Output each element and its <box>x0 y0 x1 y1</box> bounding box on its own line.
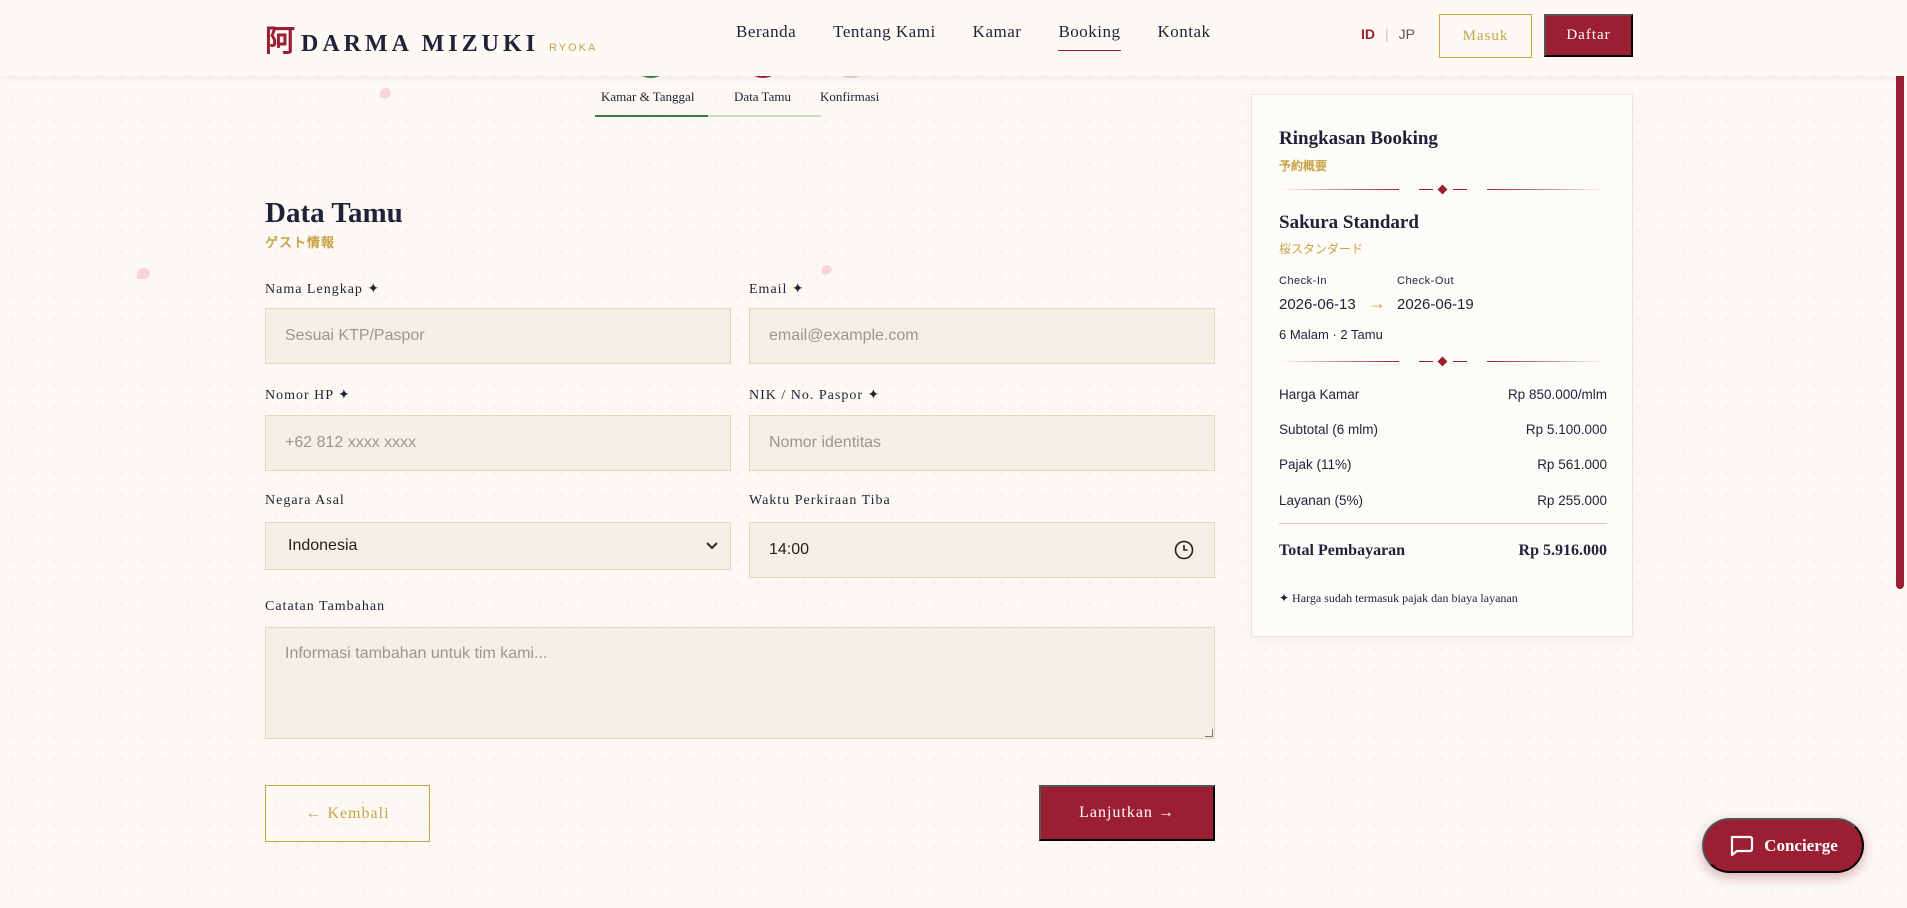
room-name: Sakura Standard <box>1279 212 1419 233</box>
back-button[interactable]: ← Kembali <box>265 785 430 842</box>
price-row: Pajak (11%) Rp 561.000 <box>1279 457 1607 472</box>
petal-decoration <box>137 268 150 279</box>
nav-booking[interactable]: Booking <box>1058 22 1121 51</box>
step-2-label[interactable]: Data Tamu <box>734 89 791 105</box>
arrival-time-value: 14:00 <box>769 541 810 558</box>
logo-subtitle: RYOKA <box>549 42 598 54</box>
notes-wrapper <box>265 627 1215 739</box>
language-switcher: ID | JP <box>1361 26 1415 42</box>
page-subtitle: ゲスト情報 <box>265 235 336 250</box>
price-row-label: Pajak (11%) <box>1279 457 1352 472</box>
price-row-label: Layanan (5%) <box>1279 493 1364 508</box>
phone-input[interactable] <box>265 415 731 471</box>
chat-bubble-icon <box>1731 835 1754 856</box>
price-note: ✦ Harga sudah termasuk pajak dan biaya l… <box>1279 591 1518 605</box>
petal-decoration <box>822 265 832 274</box>
ornament-divider <box>1279 356 1607 368</box>
price-row: Layanan (5%) Rp 255.000 <box>1279 493 1607 508</box>
lang-id-option[interactable]: ID <box>1361 26 1375 42</box>
brand-logo[interactable]: 阿 DARMA MIZUKI RYOKA <box>265 16 597 60</box>
price-row-label: Subtotal (6 mlm) <box>1279 422 1379 437</box>
nik-label: NIK / No. Paspor ✦ <box>749 388 881 403</box>
price-row-value: Rp 255.000 <box>1537 493 1607 508</box>
register-button[interactable]: Daftar <box>1544 14 1633 57</box>
price-row: Subtotal (6 mlm) Rp 5.100.000 <box>1279 422 1607 437</box>
summary-title: Ringkasan Booking <box>1279 128 1438 149</box>
booking-summary-card: Ringkasan Booking 予約概要 Sakura Standard 桜… <box>1251 94 1633 637</box>
notes-textarea[interactable] <box>265 627 1215 739</box>
lang-jp-option[interactable]: JP <box>1399 26 1415 42</box>
step-3-label[interactable]: Konfirmasi <box>820 89 879 105</box>
price-row-value: Rp 5.100.000 <box>1525 422 1607 437</box>
total-label: Total Pembayaran <box>1279 542 1406 559</box>
nav-kontak[interactable]: Kontak <box>1158 22 1211 51</box>
checkout-label: Check-Out <box>1397 275 1455 287</box>
step-1-underline <box>595 115 708 117</box>
lang-separator: | <box>1385 26 1389 42</box>
price-row: Harga Kamar Rp 850.000/mlm <box>1279 387 1607 402</box>
full-name-input[interactable] <box>265 308 731 364</box>
checkin-value: 2026-06-13 <box>1279 296 1356 313</box>
country-selected-value: Indonesia <box>288 537 358 554</box>
arrival-label: Waktu Perkiraan Tiba <box>749 493 891 508</box>
email-input[interactable] <box>749 308 1215 364</box>
resize-grip-icon[interactable] <box>1205 729 1213 737</box>
main-nav: Beranda Tentang Kami Kamar Booking Konta… <box>736 22 1248 51</box>
concierge-chat-button[interactable]: Concierge <box>1702 818 1864 873</box>
nights-guests: 6 Malam · 2 Tamu <box>1279 327 1383 342</box>
room-name-jp: 桜スタンダード <box>1279 242 1364 256</box>
email-label: Email ✦ <box>749 282 805 297</box>
phone-label: Nomor HP ✦ <box>265 388 351 403</box>
nav-beranda[interactable]: Beranda <box>736 22 796 51</box>
nav-tentang-kami[interactable]: Tentang Kami <box>833 22 936 51</box>
price-row-value: Rp 850.000/mlm <box>1507 387 1607 402</box>
step-2-underline <box>708 115 821 117</box>
price-row-label: Harga Kamar <box>1279 387 1360 402</box>
step-1-label[interactable]: Kamar & Tanggal <box>601 89 694 105</box>
logo-kanji: 阿 <box>265 24 295 59</box>
nav-kamar[interactable]: Kamar <box>973 22 1022 51</box>
page-scrollbar[interactable] <box>1896 52 1904 589</box>
page-title: Data Tamu <box>265 197 403 229</box>
logo-name: DARMA MIZUKI <box>301 31 539 57</box>
summary-subtitle: 予約概要 <box>1279 159 1328 173</box>
concierge-label: Concierge <box>1764 835 1838 855</box>
id-number-input[interactable] <box>749 415 1215 471</box>
total-divider <box>1279 523 1607 524</box>
login-button[interactable]: Masuk <box>1439 14 1532 58</box>
site-header: 阿 DARMA MIZUKI RYOKA Beranda Tentang Kam… <box>0 0 1907 76</box>
name-label: Nama Lengkap ✦ <box>265 282 381 297</box>
checkin-label: Check-In <box>1279 275 1328 287</box>
clock-icon[interactable] <box>1174 540 1194 560</box>
notes-label: Catatan Tambahan <box>265 599 386 614</box>
petal-decoration <box>380 88 391 98</box>
country-select[interactable]: Indonesia <box>265 522 731 570</box>
ornament-divider <box>1279 184 1607 196</box>
chevron-down-icon <box>706 542 718 550</box>
continue-button[interactable]: Lanjutkan → <box>1039 785 1215 841</box>
checkout-value: 2026-06-19 <box>1397 296 1474 313</box>
total-row: Total Pembayaran Rp 5.916.000 <box>1279 542 1607 560</box>
arrow-right-icon: → <box>1368 293 1386 313</box>
country-label: Negara Asal <box>265 493 345 508</box>
price-row-value: Rp 561.000 <box>1537 457 1607 472</box>
arrival-time-input[interactable]: 14:00 <box>749 522 1215 578</box>
total-value: Rp 5.916.000 <box>1518 542 1607 559</box>
